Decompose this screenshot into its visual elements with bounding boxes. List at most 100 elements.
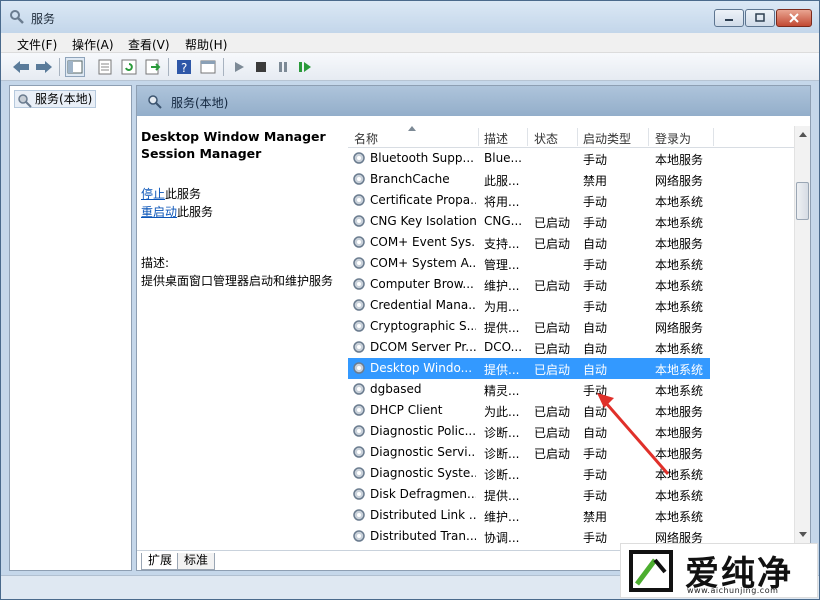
service-logon-as: 本地系统 (655, 363, 704, 377)
column-header-logon-as[interactable]: 登录为 (655, 130, 691, 147)
help-button[interactable]: ? (174, 57, 194, 77)
menu-help[interactable]: 帮助(H) (185, 36, 227, 53)
tree-item-services-local[interactable]: 服务(本地) (14, 90, 97, 108)
restart-service-link[interactable]: 重启动 (141, 205, 177, 219)
gear-icon (353, 299, 365, 311)
table-row[interactable]: Bluetooth Supp... Blue... 手动 本地服务 (348, 148, 794, 169)
console-tree-button[interactable] (65, 57, 85, 77)
service-status: 已启动 (534, 321, 571, 335)
service-name: Certificate Propa... (370, 193, 476, 207)
table-row[interactable]: Diagnostic Polic... 诊断... 已启动 自动 本地服务 (348, 421, 794, 442)
service-name: COM+ Event Sys... (370, 235, 476, 249)
menu-file[interactable]: 文件(F) (17, 36, 57, 53)
service-description: DCO... (484, 340, 523, 354)
maximize-button[interactable] (745, 9, 775, 27)
column-header-name[interactable]: 名称 (354, 130, 378, 147)
table-row[interactable]: DCOM Server Pr... DCO... 已启动 自动 本地系统 (348, 337, 794, 358)
tab-standard[interactable]: 标准 (177, 553, 216, 570)
service-name: Credential Mana... (370, 298, 476, 312)
view-button[interactable] (198, 57, 218, 77)
service-startup-type: 手动 (583, 447, 608, 461)
scrollbar-thumb[interactable] (796, 182, 809, 220)
service-status: 已启动 (534, 447, 571, 461)
column-header-status[interactable]: 状态 (534, 130, 558, 147)
table-row[interactable]: Certificate Propa... 将用... 手动 本地系统 (348, 190, 794, 211)
table-row[interactable]: BranchCache 此服... 禁用 网络服务 (348, 169, 794, 190)
service-name: Diagnostic Syste... (370, 466, 476, 480)
table-row[interactable]: Distributed Tran... 协调... 手动 网络服务 (348, 526, 794, 544)
service-description: 为用... (484, 300, 520, 314)
table-row[interactable]: Diagnostic Servi... 诊断... 已启动 手动 本地服务 (348, 442, 794, 463)
stop-service-button[interactable] (251, 57, 271, 77)
table-row[interactable]: Diagnostic Syste... 诊断... 手动 本地系统 (348, 463, 794, 484)
table-row[interactable]: dgbased 精灵... 手动 本地系统 (348, 379, 794, 400)
service-description: 为此... (484, 405, 520, 419)
service-description: 提供... (484, 489, 520, 503)
menu-action[interactable]: 操作(A) (72, 36, 114, 53)
service-name: Computer Brow... (370, 277, 474, 291)
properties-button[interactable] (95, 57, 115, 77)
pause-service-button[interactable] (273, 57, 293, 77)
menu-bar: 文件(F) 操作(A) 查看(V) 帮助(H) (1, 33, 819, 53)
minimize-button[interactable] (714, 9, 744, 27)
restart-service-button[interactable] (295, 57, 315, 77)
gear-icon (353, 404, 365, 416)
table-row[interactable]: Computer Brow... 维护... 已启动 手动 本地系统 (348, 274, 794, 295)
service-description: 精灵... (484, 384, 520, 398)
service-description: 协调... (484, 531, 520, 544)
services-pane: 服务(本地) Desktop Window Manager Session Ma… (136, 85, 811, 571)
service-logon-as: 网络服务 (655, 321, 704, 335)
service-description: 提供... (484, 363, 520, 377)
column-header-startup-type[interactable]: 启动类型 (583, 130, 631, 147)
start-service-button[interactable] (229, 57, 249, 77)
table-row[interactable]: COM+ System A... 管理... 手动 本地系统 (348, 253, 794, 274)
export-list-button[interactable] (143, 57, 163, 77)
service-status: 已启动 (534, 216, 571, 230)
forward-arrow-icon (36, 61, 52, 73)
stop-link-suffix: 此服务 (165, 187, 202, 201)
view-icon (200, 60, 216, 74)
service-description: 诊断... (484, 426, 520, 440)
gear-icon (353, 530, 365, 542)
column-header-description[interactable]: 描述 (484, 130, 508, 147)
forward-button[interactable] (34, 57, 54, 77)
stop-service-link[interactable]: 停止 (141, 187, 165, 201)
service-name: dgbased (370, 382, 422, 396)
service-logon-as: 本地系统 (655, 279, 704, 293)
service-description: 将用... (484, 195, 520, 209)
gear-icon (353, 488, 365, 500)
service-description: 诊断... (484, 447, 520, 461)
title-bar[interactable]: 服务 (1, 1, 819, 33)
service-description: Blue... (484, 151, 522, 165)
service-name: Distributed Tran... (370, 529, 476, 543)
table-row[interactable]: Cryptographic S... 提供... 已启动 自动 网络服务 (348, 316, 794, 337)
refresh-icon (121, 59, 137, 75)
table-row[interactable]: Disk Defragmen... 提供... 手动 本地系统 (348, 484, 794, 505)
tab-extended[interactable]: 扩展 (141, 553, 180, 570)
table-row[interactable]: DHCP Client 为此... 已启动 自动 本地服务 (348, 400, 794, 421)
table-row[interactable]: Desktop Windo... 提供... 已启动 自动 本地系统 (348, 358, 710, 379)
gear-icon (353, 257, 365, 269)
service-logon-as: 本地系统 (655, 300, 704, 314)
back-button[interactable] (11, 57, 31, 77)
close-button[interactable] (776, 9, 812, 27)
service-startup-type: 自动 (583, 426, 608, 440)
service-logon-as: 本地系统 (655, 216, 704, 230)
table-row[interactable]: Credential Mana... 为用... 手动 本地系统 (348, 295, 794, 316)
table-row[interactable]: Distributed Link ... 维护... 禁用 本地系统 (348, 505, 794, 526)
vertical-scrollbar[interactable] (794, 126, 810, 544)
menu-view[interactable]: 查看(V) (128, 36, 170, 53)
service-logon-as: 本地系统 (655, 384, 704, 398)
gear-icon (353, 446, 365, 458)
service-name: Cryptographic S... (370, 319, 476, 333)
refresh-button[interactable] (119, 57, 139, 77)
service-name: Bluetooth Supp... (370, 151, 474, 165)
service-actions: 停止此服务 重启动此服务 (141, 185, 213, 221)
service-description: 诊断... (484, 468, 520, 482)
service-logon-as: 本地服务 (655, 405, 704, 419)
table-row[interactable]: CNG Key Isolation CNG... 已启动 手动 本地系统 (348, 211, 794, 232)
service-startup-type: 手动 (583, 489, 608, 503)
services-window: 服务 文件(F) 操作(A) 查看(V) 帮助(H) ? 服务(本地) 服务(本… (0, 0, 820, 600)
table-row[interactable]: COM+ Event Sys... 支持... 已启动 自动 本地服务 (348, 232, 794, 253)
service-status: 已启动 (534, 342, 571, 356)
